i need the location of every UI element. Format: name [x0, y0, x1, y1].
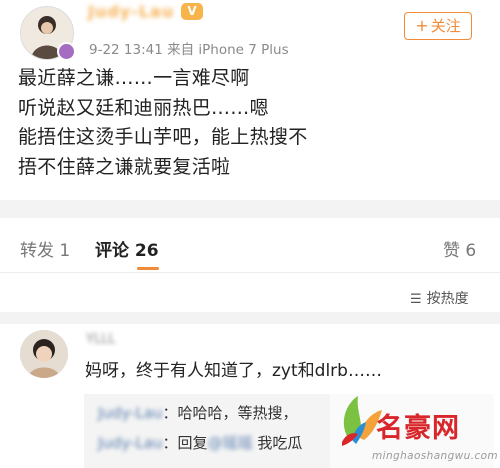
sort-by-hot-button[interactable]: ☰ 按热度	[410, 288, 469, 308]
reply-text: 我吃瓜	[257, 434, 303, 452]
post-body-line: 能捂住这烫手山芋吧，能上热搜不	[18, 126, 308, 148]
reply-author[interactable]: Judy-Lau	[98, 434, 163, 452]
verified-badge-icon	[57, 42, 76, 61]
comment-text: 妈呀，终于有人知道了，zyt和dlrb……	[85, 361, 382, 381]
reply-text: ：哈哈哈，等热搜，	[162, 404, 298, 422]
follow-label: 关注	[430, 17, 461, 35]
post-body-line: 听说赵又廷和迪丽热巴……嗯	[18, 96, 269, 119]
commenter-avatar[interactable]	[20, 330, 68, 378]
post-body: 最近薛之谦……一言难尽啊 听说赵又廷和迪丽热巴……嗯 能捂住这烫手山芋吧，能上热…	[18, 64, 488, 182]
author-name[interactable]: Judy-Lau	[88, 2, 174, 21]
sort-label: 按热度	[426, 291, 469, 307]
vip-badge-icon: V	[181, 3, 203, 20]
post-meta: 9-22 13:41 来自 iPhone 7 Plus	[89, 42, 289, 58]
follow-button[interactable]: + 关注	[404, 12, 472, 40]
tab-reposts[interactable]: 转发 1	[20, 236, 70, 261]
post-body-line: 最近薛之谦……一言难尽啊	[18, 67, 250, 89]
tab-comments[interactable]: 评论 26	[95, 236, 159, 261]
watermark-title: 名豪网	[376, 413, 460, 444]
post-body-line: 捂不住薛之谦就要复活啦	[18, 155, 231, 178]
reply-prefix: ：回复	[162, 434, 208, 452]
section-divider	[0, 312, 500, 324]
plus-icon: +	[415, 16, 429, 35]
tab-likes[interactable]: 赞 6	[443, 236, 476, 261]
section-divider	[0, 200, 500, 218]
commenter-name[interactable]: YLLL	[86, 332, 116, 347]
reply-item: Judy-Lau：回复@瑶瑶 我吃瓜	[98, 432, 302, 453]
sort-icon: ☰	[410, 292, 422, 307]
reply-author[interactable]: Judy-Lau	[98, 404, 163, 422]
reply-mention[interactable]: @瑶瑶	[208, 434, 253, 452]
reply-item: Judy-Lau：哈哈哈，等热搜，	[98, 402, 298, 423]
active-tab-indicator	[137, 267, 159, 270]
watermark-url: minghaoshangwu.com	[372, 450, 499, 462]
tabbar-divider	[0, 272, 500, 273]
